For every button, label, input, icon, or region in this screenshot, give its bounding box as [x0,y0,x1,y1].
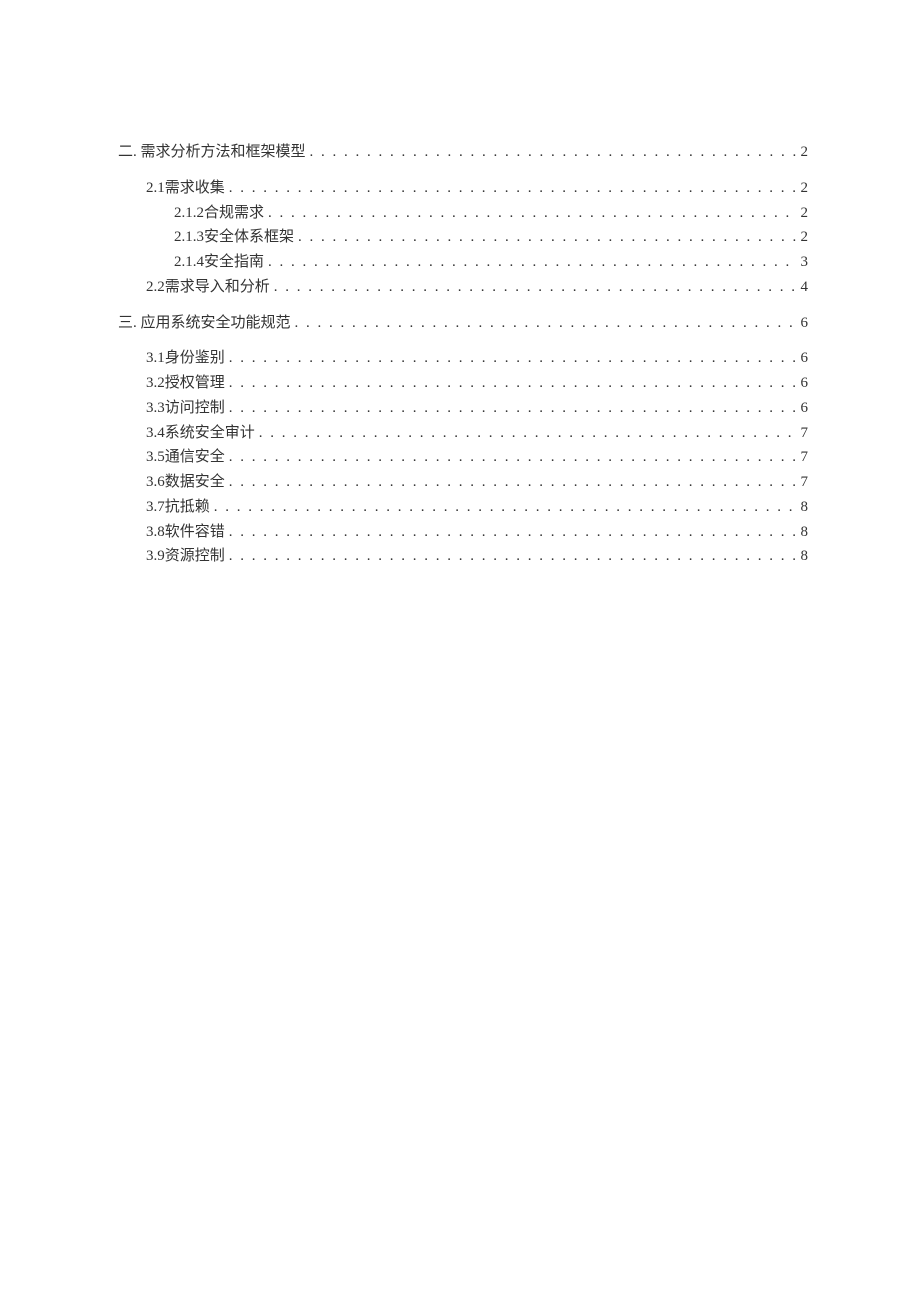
toc-entry-page: 8 [796,520,808,545]
toc-leader [255,421,796,446]
toc-entry-title: 3.9资源控制 [146,544,225,569]
toc-entry[interactable]: 3.3访问控制 6 [118,396,808,421]
toc-entry-page: 3 [796,250,808,275]
toc-entry-title: 3.6数据安全 [146,470,225,495]
toc-entry-title: 3.3访问控制 [146,396,225,421]
toc-entry-page: 6 [796,371,808,396]
toc-entry-title: 3.4系统安全审计 [146,421,255,446]
toc-entry[interactable]: 3.6数据安全 7 [118,470,808,495]
toc-leader [225,520,796,545]
toc-entry-title: 2.1.3安全体系框架 [174,225,294,250]
toc-entry[interactable]: 3.9资源控制 8 [118,544,808,569]
toc-leader [291,311,796,336]
toc-leader [210,495,796,520]
toc-entry-page: 7 [796,470,808,495]
toc-entry-page: 6 [796,396,808,421]
toc-entry-title: 2.1需求收集 [146,176,225,201]
toc-entry[interactable]: 3.1身份鉴别 6 [118,346,808,371]
toc-section-gap [118,165,808,176]
toc-entry[interactable]: 3.4系统安全审计 7 [118,421,808,446]
toc-entry[interactable]: 3.2授权管理 6 [118,371,808,396]
toc-entry-title: 3.5通信安全 [146,445,225,470]
toc-entry-title: 3.1身份鉴别 [146,346,225,371]
toc-entry[interactable]: 3.7抗抵赖 8 [118,495,808,520]
toc-entry[interactable]: 2.1.3安全体系框架 2 [118,225,808,250]
toc-entry-page: 2 [796,225,808,250]
toc-leader [225,371,796,396]
toc-entry[interactable]: 3.5通信安全 7 [118,445,808,470]
toc-entry[interactable]: 2.1需求收集 2 [118,176,808,201]
toc-entry-title: 三. 应用系统安全功能规范 [118,311,291,336]
toc-entry[interactable]: 2.1.4安全指南 3 [118,250,808,275]
toc-entry[interactable]: 3.8软件容错 8 [118,520,808,545]
toc-leader [225,470,796,495]
toc-leader [225,396,796,421]
toc-entry-page: 4 [796,275,808,300]
table-of-contents: 二. 需求分析方法和框架模型22.1需求收集22.1.2合规需求22.1.3安全… [118,140,808,569]
toc-entry-page: 7 [796,445,808,470]
toc-leader [264,201,796,226]
toc-leader [294,225,796,250]
toc-leader [225,346,796,371]
toc-entry-title: 2.2需求导入和分析 [146,275,270,300]
toc-entry[interactable]: 2.1.2合规需求 2 [118,201,808,226]
toc-leader [225,176,796,201]
toc-entry-title: 2.1.2合规需求 [174,201,264,226]
toc-entry-title: 3.7抗抵赖 [146,495,210,520]
toc-entry-page: 6 [796,311,808,336]
toc-leader [264,250,796,275]
toc-entry[interactable]: 2.2需求导入和分析 4 [118,275,808,300]
toc-entry-page: 7 [796,421,808,446]
toc-entry-title: 二. 需求分析方法和框架模型 [118,140,306,165]
toc-section-gap [118,335,808,346]
toc-entry-page: 2 [796,201,808,226]
toc-leader [225,544,796,569]
toc-entry-page: 2 [796,140,808,165]
toc-entry-title: 2.1.4安全指南 [174,250,264,275]
toc-leader [270,275,796,300]
toc-entry-title: 3.8软件容错 [146,520,225,545]
toc-leader [306,140,796,165]
toc-entry-title: 3.2授权管理 [146,371,225,396]
toc-leader [225,445,796,470]
toc-entry[interactable]: 二. 需求分析方法和框架模型 2 [118,140,808,165]
toc-section-gap [118,300,808,311]
toc-entry-page: 8 [796,544,808,569]
toc-entry-page: 6 [796,346,808,371]
toc-entry[interactable]: 三. 应用系统安全功能规范 6 [118,311,808,336]
toc-entry-page: 8 [796,495,808,520]
toc-entry-page: 2 [796,176,808,201]
